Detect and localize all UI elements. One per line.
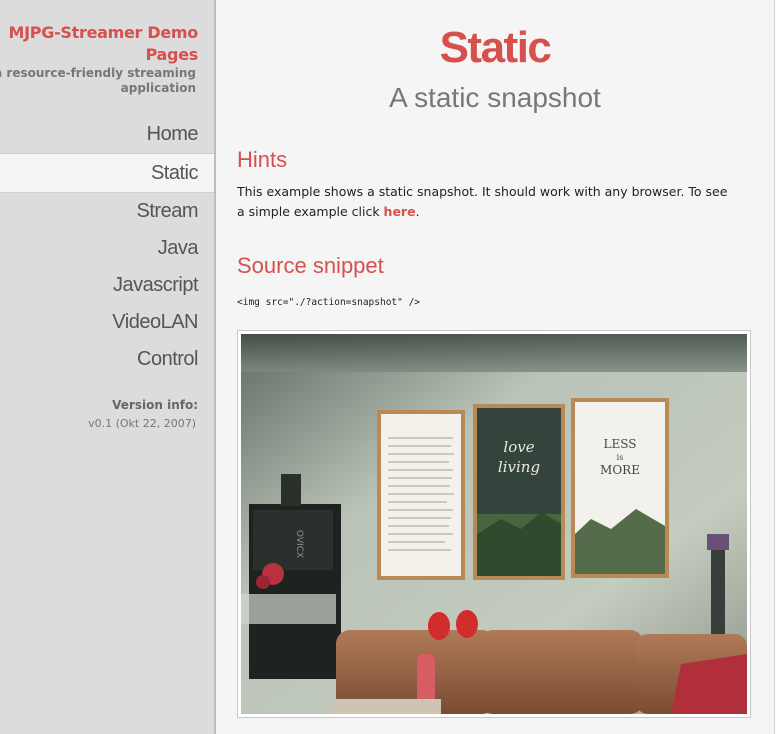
hints-text: This example shows a static snapshot. It… [237,184,728,219]
hints-paragraph: This example shows a static snapshot. It… [237,182,737,222]
version-value: v0.1 (Okt 22, 2007) [88,417,196,430]
version-label: Version info: [112,398,198,412]
nav-item-videolan[interactable]: VideoLAN [0,304,214,341]
brand-title: MJPG-Streamer Demo Pages [8,23,199,64]
nav-item-static[interactable]: Static [0,153,214,193]
hints-heading: Hints [237,147,288,172]
nav-item-java[interactable]: Java [0,230,214,267]
nav-item-home[interactable]: Home [0,116,214,153]
page-subtitle: A static snapshot [389,82,601,113]
main-content: Static A static snapshot Hints This exam… [216,0,775,734]
here-link[interactable]: here [384,204,416,219]
poster-text-less-is-more: LESS [604,437,637,451]
brand-subtitle: a resource-friendly streaming applicatio… [0,66,196,95]
svg-text:living: living [498,458,540,476]
sidebar: MJPG-Streamer Demo Pages a resource-frie… [0,0,216,734]
nav-item-control[interactable]: Control [0,341,214,378]
page-title: Static [439,23,552,72]
snapshot-image: love living LESS is MORE OVICX [237,330,751,718]
poster-text-love-living: love [503,438,534,456]
nav-item-javascript[interactable]: Javascript [0,267,214,304]
svg-text:is: is [617,453,624,462]
svg-text:MORE: MORE [600,463,640,477]
nav-item-stream[interactable]: Stream [0,193,214,230]
snapshot-photo: love living LESS is MORE OVICX [241,334,747,714]
source-code: <img src="./?action=snapshot" /> [237,297,421,308]
hints-text-end: . [415,204,420,219]
device-label: OVICX [294,530,304,558]
source-snippet-heading: Source snippet [237,253,384,278]
main-nav: Home Static Stream Java Javascript Video… [0,116,214,378]
